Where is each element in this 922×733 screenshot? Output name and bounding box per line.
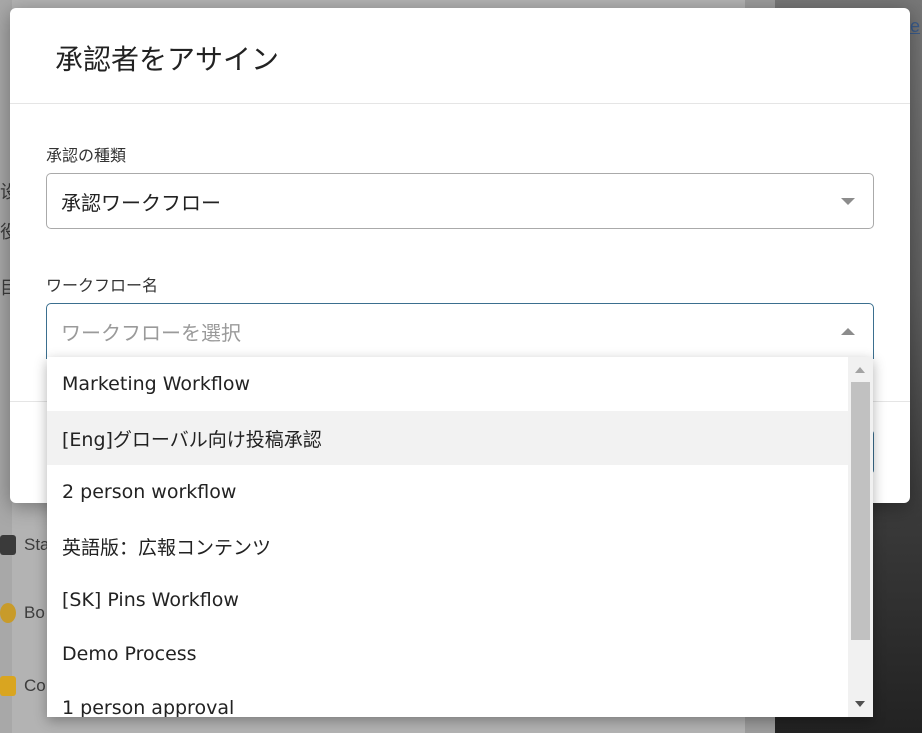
chevron-down-icon [841, 197, 855, 205]
approval-type-label: 承認の種類 [46, 146, 127, 165]
workflow-option[interactable]: [SK] Pins Workflow [47, 573, 848, 627]
dialog-title: 承認者をアサイン [55, 43, 280, 76]
background-side-label: Sta [24, 535, 50, 554]
workflow-option[interactable]: [Eng]グローバル向け投稿承認 [47, 411, 848, 465]
background-side-item: Bo [0, 603, 45, 623]
workflow-name-placeholder: ワークフローを選択 [61, 320, 241, 345]
workflow-option[interactable]: 英語版：広報コンテンツ [47, 519, 848, 573]
badge-icon [0, 535, 16, 555]
chevron-up-icon [841, 327, 855, 335]
scroll-up-icon[interactable] [855, 367, 865, 373]
scroll-down-icon[interactable] [855, 701, 865, 707]
approval-type-select[interactable]: 承認ワークフロー [46, 173, 874, 229]
dropdown-scrollbar[interactable] [848, 357, 873, 717]
workflow-dropdown: Marketing Workflow [Eng]グローバル向け投稿承認 2 pe… [47, 357, 873, 717]
workflow-option[interactable]: 2 person workflow [47, 465, 848, 519]
background-side-label: Bo [24, 603, 45, 622]
background-side-label: Co [24, 676, 46, 695]
folder-icon [0, 676, 16, 696]
workflow-option[interactable]: Demo Process [47, 627, 848, 681]
workflow-name-label: ワークフロー名 [46, 276, 159, 295]
background-side-item: Co [0, 676, 46, 696]
workflow-name-select[interactable]: ワークフローを選択 [46, 303, 874, 359]
workflow-options-list: Marketing Workflow [Eng]グローバル向け投稿承認 2 pe… [47, 357, 848, 717]
workflow-option[interactable]: 1 person approval [47, 681, 848, 717]
scrollbar-thumb[interactable] [851, 382, 870, 640]
workflow-option[interactable]: Marketing Workflow [47, 357, 848, 411]
coin-icon [0, 603, 16, 623]
dialog-header: 承認者をアサイン [10, 8, 910, 104]
approval-type-value: 承認ワークフロー [61, 190, 221, 215]
background-side-item: Sta [0, 535, 50, 555]
